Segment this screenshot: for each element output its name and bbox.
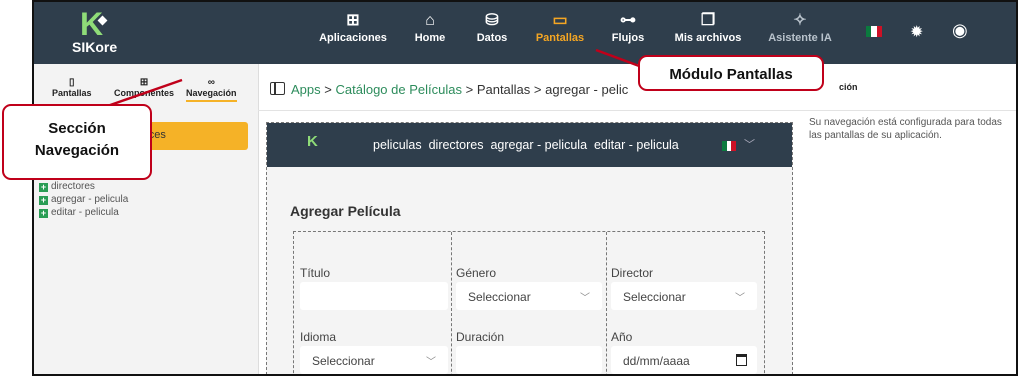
callout-text: Módulo Pantallas — [669, 66, 793, 83]
callout-arrows — [95, 48, 651, 112]
callout-text: Navegación — [34, 142, 120, 159]
callout-modulo-pantallas: Módulo Pantallas — [638, 55, 824, 91]
callout-text: Sección — [48, 120, 106, 137]
callout-seccion-navegacion: Sección Navegación — [2, 104, 152, 180]
